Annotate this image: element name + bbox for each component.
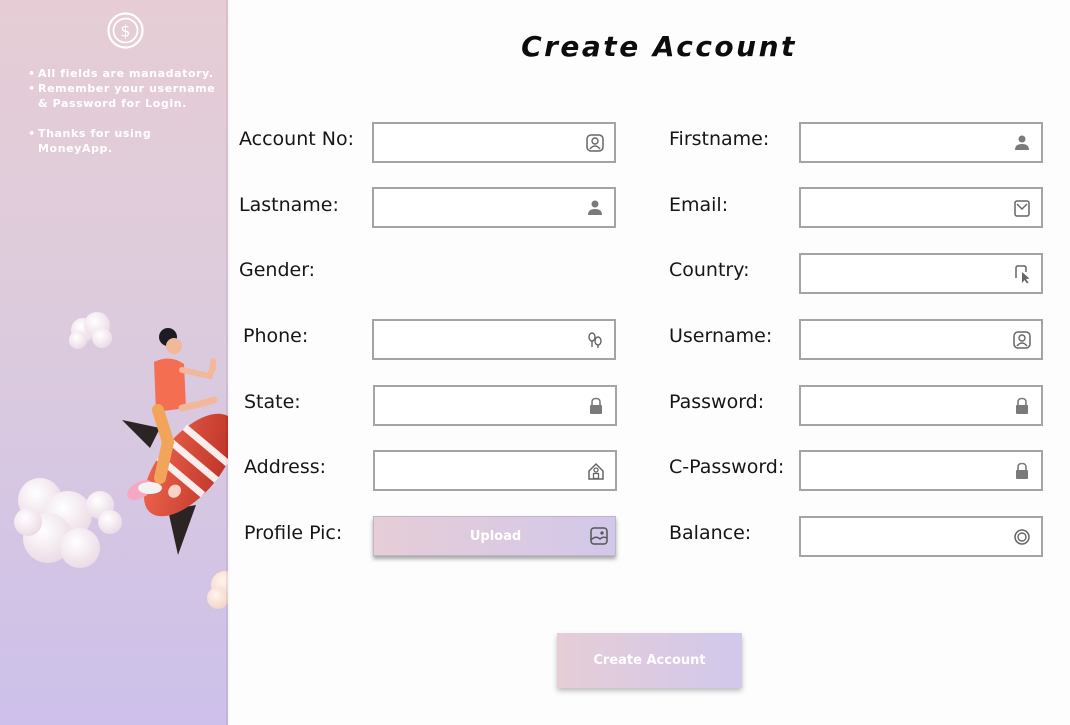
page-title: Create Account [521, 30, 797, 63]
firstname-label: Firstname: [669, 128, 770, 150]
phone-field [372, 319, 616, 360]
c-password-label: C-Password: [669, 456, 785, 478]
country-input[interactable] [801, 255, 1001, 292]
address-field [373, 450, 617, 491]
account-no-field [372, 122, 616, 163]
username-label: Username: [669, 325, 773, 347]
instructions-list: • All fields are manadatory. • Remember yo… [28, 66, 226, 156]
state-label: State: [244, 391, 301, 413]
account-no-input[interactable] [374, 124, 574, 161]
username-field [799, 319, 1043, 360]
c-password-field [799, 450, 1043, 491]
profile-pic-label: Profile Pic: [244, 522, 343, 544]
balance-input[interactable] [801, 518, 1001, 555]
rocket-rider-illustration [14, 312, 228, 609]
envelope-icon [1014, 200, 1030, 217]
upload-button[interactable]: Upload [373, 516, 616, 556]
address-label: Address: [244, 456, 327, 478]
gender-label: Gender: [239, 259, 316, 281]
balance-label: Balance: [669, 522, 752, 544]
image-icon [590, 527, 608, 545]
user-badge-icon [586, 134, 604, 152]
balance-field [799, 516, 1043, 557]
c-password-input[interactable] [801, 452, 1001, 489]
email-field [799, 187, 1043, 228]
password-label: Password: [669, 391, 765, 413]
email-label: Email: [669, 194, 729, 216]
username-input[interactable] [801, 321, 1001, 358]
phone-label: Phone: [243, 325, 309, 347]
sidebar: $ • All fields are manadatory. • Remember … [0, 0, 228, 725]
lock-icon [590, 397, 602, 414]
phone-input[interactable] [374, 321, 574, 358]
country-label: Country: [669, 259, 750, 281]
lastname-label: Lastname: [239, 194, 339, 216]
sidebar-divider [226, 0, 230, 725]
account-no-label: Account No: [239, 128, 354, 150]
state-field [373, 385, 617, 426]
person-icon [588, 200, 602, 215]
home-icon [588, 462, 604, 480]
country-field [799, 253, 1043, 294]
lastname-input[interactable] [374, 189, 574, 226]
firstname-field [799, 122, 1043, 163]
cursor-click-icon [1015, 265, 1030, 284]
lock-icon [1016, 462, 1028, 479]
phone-icon [588, 332, 602, 348]
state-input[interactable] [375, 387, 575, 424]
firstname-input[interactable] [801, 124, 1001, 161]
password-input[interactable] [801, 387, 1001, 424]
address-input[interactable] [375, 452, 575, 489]
coin-icon [1014, 529, 1030, 545]
email-input[interactable] [801, 189, 1001, 226]
create-account-button-label: Create Account [593, 653, 706, 668]
instruction-item: • All fields are manadatory. [28, 67, 214, 80]
user-badge-icon [1013, 331, 1031, 349]
upload-button-label: Upload [469, 529, 522, 544]
instruction-item: • Remember your username & Password for L… [28, 82, 216, 110]
lock-icon [1016, 397, 1028, 414]
password-field [799, 385, 1043, 426]
lastname-field [372, 187, 616, 228]
person-icon [1015, 135, 1029, 150]
create-account-button[interactable]: Create Account [557, 633, 742, 688]
instruction-item: • Thanks for using MoneyApp. [28, 127, 152, 155]
